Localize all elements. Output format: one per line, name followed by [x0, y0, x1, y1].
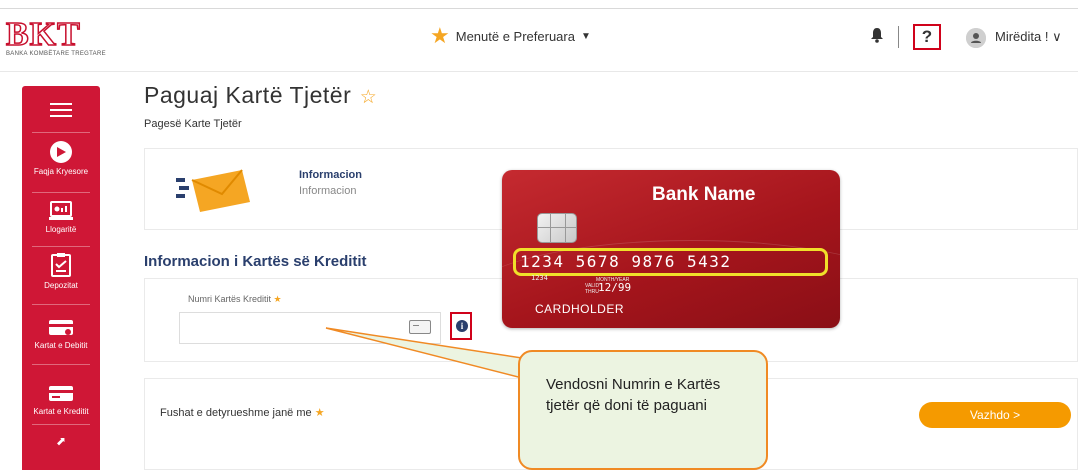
- top-divider: [0, 8, 1078, 9]
- required-note-text: Fushat e detyrueshme janë me: [160, 407, 312, 419]
- sidebar-divider: [32, 246, 90, 247]
- sidebar-divider: [32, 364, 90, 365]
- menu-toggle-button[interactable]: [22, 102, 100, 118]
- info-subtitle: Informacion: [299, 185, 357, 197]
- header-separator: [898, 26, 899, 48]
- credit-card-icon: [49, 386, 73, 401]
- sidebar-item-credit-cards[interactable]: Kartat e Kreditit: [22, 384, 100, 416]
- page-heading: Paguaj Kartë Tjetër ☆: [144, 82, 377, 109]
- sidebar-item-more[interactable]: ⬈: [22, 432, 100, 450]
- favorites-menu[interactable]: ★ Menutë e Preferuara ▼: [430, 25, 591, 47]
- card-icon: [409, 320, 431, 334]
- logo-text: BKT: [5, 16, 81, 53]
- debit-card-icon: [49, 320, 73, 335]
- sidebar-item-home[interactable]: Faqja Kryesore: [22, 140, 100, 176]
- logo-subtitle: BANKA KOMBËTARE TREGTARE: [6, 51, 106, 57]
- sidebar-item-label: Llogaritë: [45, 225, 77, 234]
- sidebar-divider: [32, 132, 90, 133]
- info-icon[interactable]: i: [456, 320, 468, 332]
- page-subtitle: Pagesë Karte Tjetër: [144, 118, 242, 130]
- card-expiry: 12/99: [598, 281, 632, 294]
- card-chip-icon: [537, 213, 577, 243]
- sidebar-item-debit-cards[interactable]: Kartat e Debitit: [22, 318, 100, 350]
- caret-down-icon: ▼: [580, 30, 591, 42]
- section-title: Informacion i Kartës së Kreditit: [144, 253, 367, 270]
- card-number-label: Numri Kartës Kreditit ★: [188, 294, 282, 305]
- arrow-icon: ⬈: [55, 434, 67, 448]
- card-valid-label: VALID THRU: [585, 283, 600, 295]
- sidebar-divider: [32, 192, 90, 193]
- callout-text: Vendosni Numrin e Kartës tjetër që doni …: [546, 376, 721, 414]
- required-star-icon: ★: [273, 294, 282, 304]
- star-icon: ★: [430, 23, 450, 48]
- sidebar-divider: [32, 304, 90, 305]
- card-number-input[interactable]: [179, 312, 441, 344]
- help-button[interactable]: ?: [913, 24, 941, 50]
- sidebar-item-accounts[interactable]: Llogaritë: [22, 200, 100, 234]
- card-small-number: 1234: [531, 274, 548, 282]
- card-number-label-text: Numri Kartës Kreditit: [188, 294, 272, 304]
- info-title: Informacion: [299, 169, 362, 181]
- sidebar-item-label: Faqja Kryesore: [33, 167, 89, 176]
- sidebar-item-label: Kartat e Kreditit: [33, 407, 89, 416]
- hamburger-icon: [50, 103, 72, 117]
- required-star-icon: ★: [314, 407, 325, 419]
- sidebar-divider: [32, 424, 90, 425]
- continue-button[interactable]: Vazhdo >: [919, 402, 1071, 428]
- card-bank-name: Bank Name: [652, 184, 756, 205]
- bell-icon[interactable]: [870, 27, 884, 48]
- accounts-icon: [49, 201, 73, 220]
- user-avatar-icon[interactable]: [966, 28, 986, 48]
- favorite-star-icon[interactable]: ☆: [360, 87, 377, 108]
- card-holder: CARDHOLDER: [535, 302, 625, 316]
- user-greeting[interactable]: Mirëdita ! ∨: [995, 29, 1062, 45]
- page-title: Paguaj Kartë Tjetër: [144, 82, 352, 108]
- sidebar: Faqja Kryesore Llogaritë Depozitat Karta…: [22, 86, 100, 470]
- sidebar-item-label: Kartat e Debitit: [34, 341, 88, 350]
- required-fields-note: Fushat e detyrueshme janë me ★: [160, 406, 325, 419]
- card-number: 1234 5678 9876 5432: [520, 252, 732, 271]
- bank-logo[interactable]: BKT BANKA KOMBËTARE TREGTARE: [5, 16, 106, 60]
- home-icon: [50, 141, 72, 163]
- envelope-icon: [176, 169, 250, 212]
- sidebar-item-label: Depozitat: [44, 281, 78, 290]
- deposits-icon: [51, 253, 71, 277]
- sidebar-item-deposits[interactable]: Depozitat: [22, 252, 100, 290]
- favorites-label: Menutë e Preferuara: [455, 28, 575, 44]
